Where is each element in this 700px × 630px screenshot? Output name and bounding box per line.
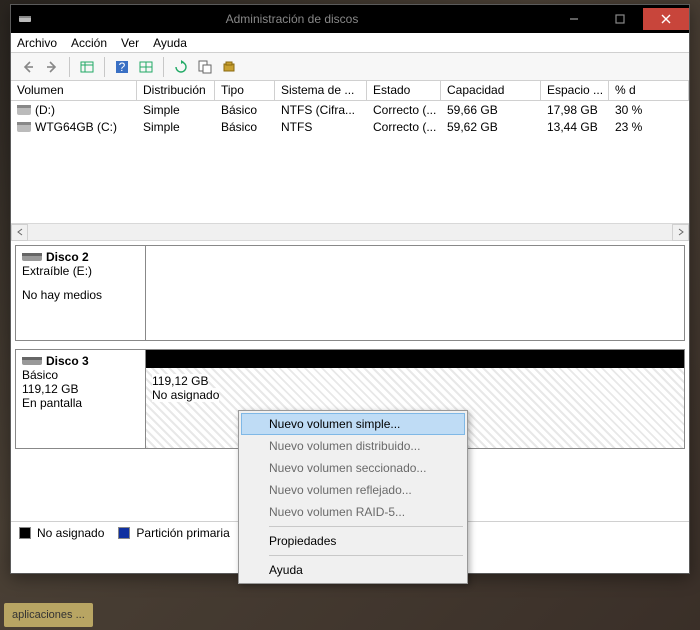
disk2-parts: [146, 246, 684, 340]
basic-disk-icon: [22, 355, 42, 367]
vol-capacity: 59,66 GB: [441, 103, 541, 117]
vol-capacity: 59,62 GB: [441, 120, 541, 134]
minimize-button[interactable]: [551, 8, 597, 30]
menu-help[interactable]: Ayuda: [241, 559, 465, 581]
disk2-block[interactable]: Disco 2 Extraíble (E:) No hay medios: [15, 245, 685, 341]
vol-name: WTG64GB (C:): [35, 120, 117, 134]
drive-icon: [17, 105, 31, 115]
window-title: Administración de discos: [33, 12, 551, 26]
drive-icon: [17, 122, 31, 132]
titlebar[interactable]: Administración de discos: [11, 5, 689, 33]
vol-pct: 23 %: [609, 120, 689, 134]
menu-new-spanned-volume: Nuevo volumen distribuido...: [241, 435, 465, 457]
disk3-status: En pantalla: [22, 396, 139, 410]
menu-new-striped-volume: Nuevo volumen seccionado...: [241, 457, 465, 479]
col-distribucion[interactable]: Distribución: [137, 81, 215, 100]
vol-status: Correcto (...: [367, 103, 441, 117]
vol-layout: Simple: [137, 120, 215, 134]
volumes-header-row: Volumen Distribución Tipo Sistema de ...…: [11, 81, 689, 101]
vol-fs: NTFS: [275, 120, 367, 134]
context-menu: Nuevo volumen simple... Nuevo volumen di…: [238, 410, 468, 584]
menu-new-mirrored-volume: Nuevo volumen reflejado...: [241, 479, 465, 501]
col-estado[interactable]: Estado: [367, 81, 441, 100]
help-icon[interactable]: ?: [111, 56, 133, 78]
vol-free: 13,44 GB: [541, 120, 609, 134]
volumes-pane: Volumen Distribución Tipo Sistema de ...…: [11, 81, 689, 241]
partition-status: No asignado: [152, 388, 219, 402]
legend-unalloc: No asignado: [37, 526, 104, 540]
menu-separator: [269, 555, 463, 556]
forward-button[interactable]: [41, 56, 63, 78]
col-espacio[interactable]: Espacio ...: [541, 81, 609, 100]
svg-text:?: ?: [119, 60, 126, 74]
toolbar: ?: [11, 53, 689, 81]
vol-free: 17,98 GB: [541, 103, 609, 117]
col-volumen[interactable]: Volumen: [11, 81, 137, 100]
toolbar-view-icon[interactable]: [76, 56, 98, 78]
vol-type: Básico: [215, 103, 275, 117]
menu-ayuda[interactable]: Ayuda: [153, 36, 187, 50]
legend-swatch-primary: [118, 527, 130, 539]
menu-properties[interactable]: Propiedades: [241, 530, 465, 552]
menubar: Archivo Acción Ver Ayuda: [11, 33, 689, 53]
disk3-info: Disco 3 Básico 119,12 GB En pantalla: [16, 350, 146, 448]
vol-type: Básico: [215, 120, 275, 134]
volume-row[interactable]: WTG64GB (C:) Simple Básico NTFS Correcto…: [11, 118, 689, 135]
back-button[interactable]: [17, 56, 39, 78]
partition-size: 119,12 GB: [152, 374, 208, 388]
vol-pct: 30 %: [609, 103, 689, 117]
settings-icon[interactable]: [218, 56, 240, 78]
legend-swatch-unalloc: [19, 527, 31, 539]
menu-ver[interactable]: Ver: [121, 36, 139, 50]
menu-new-raid5-volume: Nuevo volumen RAID-5...: [241, 501, 465, 523]
volume-row[interactable]: (D:) Simple Básico NTFS (Cifra... Correc…: [11, 101, 689, 118]
toolbar-grid-icon[interactable]: [135, 56, 157, 78]
refresh-icon[interactable]: [170, 56, 192, 78]
col-sistema[interactable]: Sistema de ...: [275, 81, 367, 100]
taskbar-item[interactable]: aplicaciones ...: [4, 603, 93, 627]
menu-separator: [269, 526, 463, 527]
close-button[interactable]: [643, 8, 689, 30]
app-icon: [17, 11, 33, 27]
vol-status: Correcto (...: [367, 120, 441, 134]
menu-new-simple-volume[interactable]: Nuevo volumen simple...: [241, 413, 465, 435]
vol-fs: NTFS (Cifra...: [275, 103, 367, 117]
scroll-right-icon[interactable]: [672, 224, 689, 241]
disk2-name: Disco 2: [46, 250, 89, 264]
disk2-kind: Extraíble (E:): [22, 264, 139, 278]
maximize-button[interactable]: [597, 8, 643, 30]
disk2-status: No hay medios: [22, 288, 139, 302]
disk3-name: Disco 3: [46, 354, 89, 368]
col-pct[interactable]: % d: [609, 81, 689, 100]
vol-name: (D:): [35, 103, 55, 117]
disk2-info: Disco 2 Extraíble (E:) No hay medios: [16, 246, 146, 340]
hscrollbar[interactable]: [11, 223, 689, 241]
menu-archivo[interactable]: Archivo: [17, 36, 57, 50]
col-capacidad[interactable]: Capacidad: [441, 81, 541, 100]
disk3-size: 119,12 GB: [22, 382, 139, 396]
taskbar: aplicaciones ...: [0, 600, 700, 630]
properties-icon[interactable]: [194, 56, 216, 78]
col-tipo[interactable]: Tipo: [215, 81, 275, 100]
vol-layout: Simple: [137, 103, 215, 117]
removable-disk-icon: [22, 251, 42, 263]
unallocated-header: [146, 350, 684, 368]
scroll-left-icon[interactable]: [11, 224, 28, 241]
disk3-kind: Básico: [22, 368, 139, 382]
volumes-rows: (D:) Simple Básico NTFS (Cifra... Correc…: [11, 101, 689, 223]
legend-primary: Partición primaria: [136, 526, 229, 540]
menu-accion[interactable]: Acción: [71, 36, 107, 50]
